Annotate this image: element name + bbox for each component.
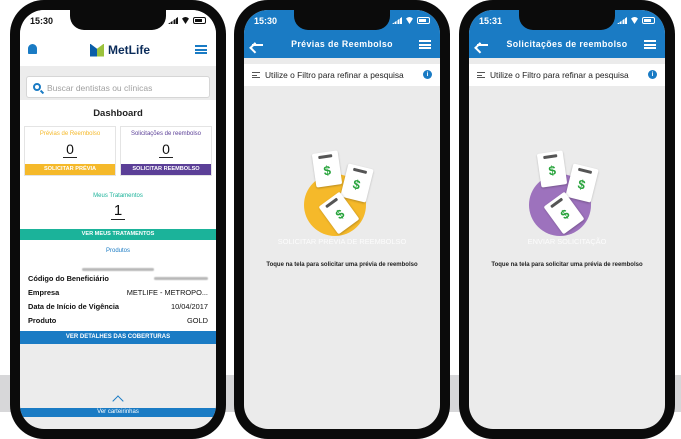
previas-screen[interactable]: 15:30 Prévias de Reembolso Utilize o Fil… [244, 10, 440, 429]
menu-icon[interactable] [644, 40, 656, 49]
empty-state-title: SOLICITAR PRÉVIA DE REEMBOLSO [277, 237, 407, 246]
previas-card: Prévias de Reembolso 0 SOLICITAR PRÉVIA [24, 126, 116, 176]
empty-state-title: ENVIAR SOLICITAÇÃO [527, 237, 607, 246]
empty-state-hint: Toque na tela para solicitar uma prévia … [266, 262, 418, 268]
info-icon[interactable]: i [648, 70, 657, 79]
dashboard-panel: Dashboard Prévias de Reembolso 0 SOLICIT… [20, 100, 216, 344]
app-header: MetLife [20, 32, 216, 66]
info-row-vigencia: Data de Início de Vigência 10/04/2017 [28, 300, 208, 312]
dashboard-screen: 15:30 MetLife Dashboard Prévias de Reemb… [20, 10, 216, 429]
filter-icon[interactable] [477, 72, 485, 78]
solicitacoes-count[interactable]: 0 [159, 142, 173, 158]
tratamentos-count[interactable]: 1 [111, 203, 125, 220]
battery-icon [642, 17, 655, 24]
info-value: METLIFE - METROPO... [126, 287, 208, 297]
phone-dashboard: 15:30 MetLife Dashboard Prévias de Reemb… [10, 0, 226, 439]
solicitar-previa-button[interactable]: SOLICITAR PRÉVIA [25, 164, 115, 175]
bell-icon[interactable] [28, 44, 37, 54]
info-value: 10/04/2017 [171, 301, 208, 311]
menu-icon[interactable] [419, 40, 431, 49]
status-time: 15:30 [30, 16, 54, 26]
receipt-icon: $ [536, 150, 568, 188]
phone-previas: 15:30 Prévias de Reembolso Utilize o Fil… [234, 0, 450, 439]
notch [519, 10, 615, 30]
solicitacoes-card: Solicitações de reembolso 0 SOLICITAR RE… [120, 126, 212, 176]
previas-count[interactable]: 0 [63, 142, 77, 158]
info-key: Empresa [28, 287, 60, 297]
dashboard-title: Dashboard [93, 108, 143, 119]
receipt-icon: $ [340, 163, 374, 203]
status-icons [617, 17, 655, 24]
search-box[interactable] [26, 76, 210, 98]
signal-icon [168, 17, 178, 24]
ver-detalhes-button[interactable]: VER DETALHES DAS COBERTURAS [20, 331, 216, 344]
codigo-redacted [154, 276, 208, 280]
battery-icon [417, 17, 430, 24]
notch [70, 10, 166, 30]
status-icons [168, 17, 206, 24]
status-time: 15:31 [479, 16, 503, 26]
tratamentos-label: Meus Tratamentos [93, 193, 143, 199]
battery-icon [193, 17, 206, 24]
wifi-icon [181, 17, 190, 24]
filter-text: Utilize o Filtro para refinar a pesquisa [265, 70, 404, 80]
wifi-icon [405, 17, 414, 24]
solicitar-reembolso-button[interactable]: SOLICITAR REEMBOLSO [121, 164, 211, 175]
page-title: Prévias de Reembolso [291, 39, 393, 49]
ver-carteirinhas-button[interactable]: Ver carteirinhas [20, 408, 216, 417]
info-key: Data de Início de Vigência [28, 301, 120, 311]
status-time: 15:30 [254, 16, 278, 26]
filter-icon[interactable] [252, 72, 260, 78]
solicitacoes-screen[interactable]: 15:31 Solicitações de reembolso Utilize … [469, 10, 665, 429]
info-row-produto: Produto GOLD [28, 314, 208, 326]
status-icons [392, 17, 430, 24]
page-title: Solicitações de reembolso [506, 39, 628, 49]
filter-bar[interactable]: Utilize o Filtro para refinar a pesquisa… [244, 64, 440, 86]
wifi-icon [630, 17, 639, 24]
info-key: Código do Beneficiário [28, 273, 109, 283]
chevron-up-icon[interactable] [112, 395, 124, 407]
metlife-logo: MetLife [90, 43, 150, 57]
produtos-label: Produtos [105, 248, 130, 254]
info-key: Produto [28, 315, 57, 325]
receipt-icon: $ [565, 163, 599, 203]
previas-label: Prévias de Reembolso [39, 131, 101, 137]
receipts-illustration: $ $ $ [525, 150, 609, 236]
filter-bar[interactable]: Utilize o Filtro para refinar a pesquisa… [469, 64, 665, 86]
phone-solicitacoes: 15:31 Solicitações de reembolso Utilize … [459, 0, 675, 439]
notch [294, 10, 390, 30]
search-input[interactable] [47, 80, 207, 95]
solicitacoes-label: Solicitações de reembolso [130, 131, 202, 137]
app-bar: Prévias de Reembolso [244, 32, 440, 58]
info-row-codigo: Código do Beneficiário [28, 272, 208, 284]
receipts-illustration: $ $ $ [300, 150, 384, 236]
empty-state-hint: Toque na tela para solicitar uma prévia … [491, 262, 643, 268]
signal-icon [617, 17, 627, 24]
filter-text: Utilize o Filtro para refinar a pesquisa [490, 70, 629, 80]
menu-icon[interactable] [195, 45, 207, 54]
app-bar: Solicitações de reembolso [469, 32, 665, 58]
info-row-empresa: Empresa METLIFE - METROPO... [28, 286, 208, 298]
receipt-icon: $ [311, 150, 343, 188]
ver-tratamentos-button[interactable]: VER MEUS TRATAMENTOS [20, 229, 216, 240]
logo-mark-icon [90, 44, 104, 57]
signal-icon [392, 17, 402, 24]
logo-text: MetLife [108, 43, 150, 57]
info-icon[interactable]: i [423, 70, 432, 79]
search-icon [33, 83, 41, 91]
info-value: GOLD [187, 315, 208, 325]
